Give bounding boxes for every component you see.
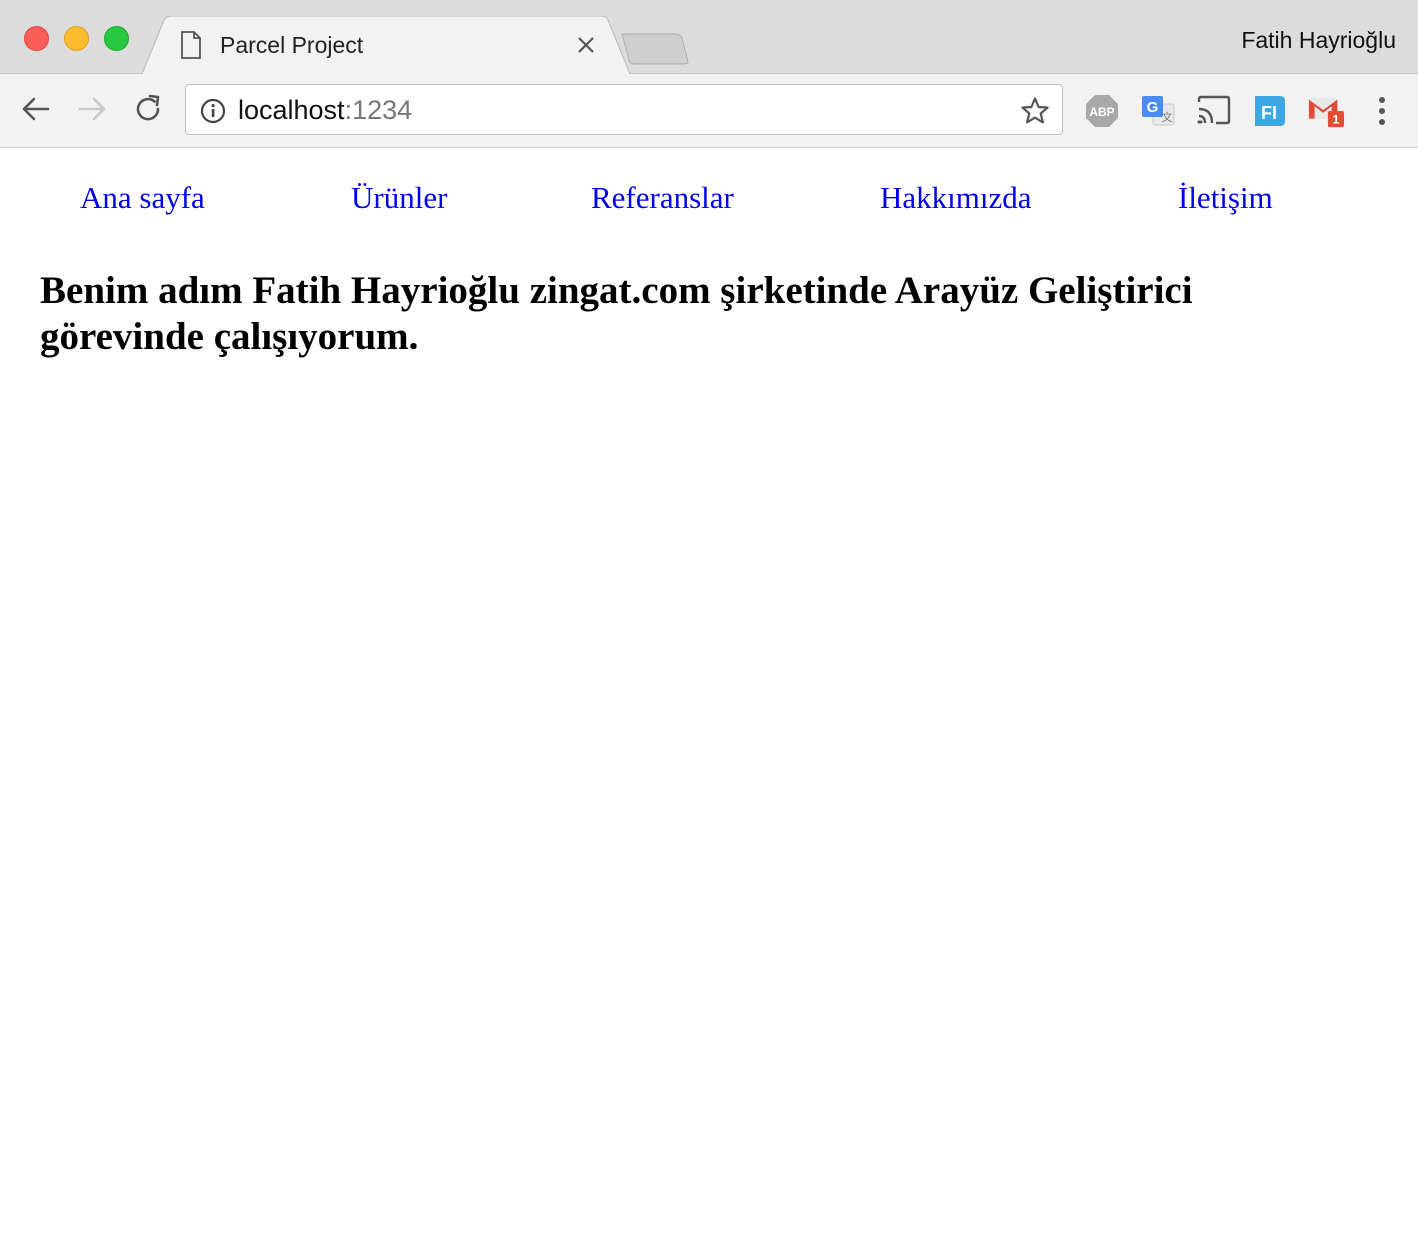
star-icon[interactable] (1020, 96, 1050, 126)
reload-icon[interactable] (131, 92, 165, 126)
svg-text:文: 文 (1162, 110, 1173, 124)
translate-label: G (1147, 99, 1159, 116)
title-bar: Parcel Project Fatih Hayrioğlu (0, 0, 1418, 74)
minimize-window-icon[interactable] (64, 26, 89, 51)
nav-link-products[interactable]: Ürünler (351, 178, 447, 218)
browser-toolbar: localhost:1234 ABP 文 G FI 1 (0, 74, 1418, 148)
menu-icon[interactable] (1368, 92, 1396, 130)
file-icon (181, 31, 201, 59)
url-port: :1234 (344, 95, 413, 125)
translate-icon[interactable]: 文 G (1139, 92, 1177, 130)
adblock-icon[interactable]: ABP (1083, 92, 1121, 130)
info-icon[interactable] (200, 98, 226, 124)
close-icon[interactable] (574, 33, 598, 57)
gmail-icon[interactable]: 1 (1307, 92, 1345, 130)
close-window-icon[interactable] (24, 26, 49, 51)
fi-extension-icon[interactable]: FI (1251, 92, 1289, 130)
nav-link-references[interactable]: Referanslar (591, 178, 734, 218)
tab-title: Parcel Project (220, 32, 364, 58)
active-tab[interactable] (142, 16, 632, 74)
forward-arrow-icon[interactable] (75, 92, 109, 126)
nav-link-about[interactable]: Hakkımızda (880, 178, 1032, 218)
cast-icon[interactable] (1195, 92, 1233, 130)
nav-link-home[interactable]: Ana sayfa (80, 178, 205, 218)
page-content: Ana sayfa Ürünler Referanslar Hakkımızda… (0, 148, 1418, 1258)
fi-label: FI (1261, 103, 1277, 123)
address-bar[interactable]: localhost:1234 (185, 84, 1063, 135)
back-arrow-icon[interactable] (19, 92, 53, 126)
page-heading: Benim adım Fatih Hayrioğlu zingat.com şi… (40, 269, 1193, 358)
site-nav: Ana sayfa Ürünler Referanslar Hakkımızda… (0, 178, 1418, 218)
adblock-label: ABP (1089, 105, 1114, 119)
new-tab-button[interactable] (620, 32, 690, 66)
nav-link-contact[interactable]: İletişim (1178, 178, 1273, 218)
gmail-badge: 1 (1333, 112, 1340, 126)
url-host: localhost (238, 95, 345, 125)
maximize-window-icon[interactable] (104, 26, 129, 51)
url-text[interactable]: localhost:1234 (238, 94, 412, 126)
profile-name[interactable]: Fatih Hayrioğlu (1241, 25, 1396, 55)
